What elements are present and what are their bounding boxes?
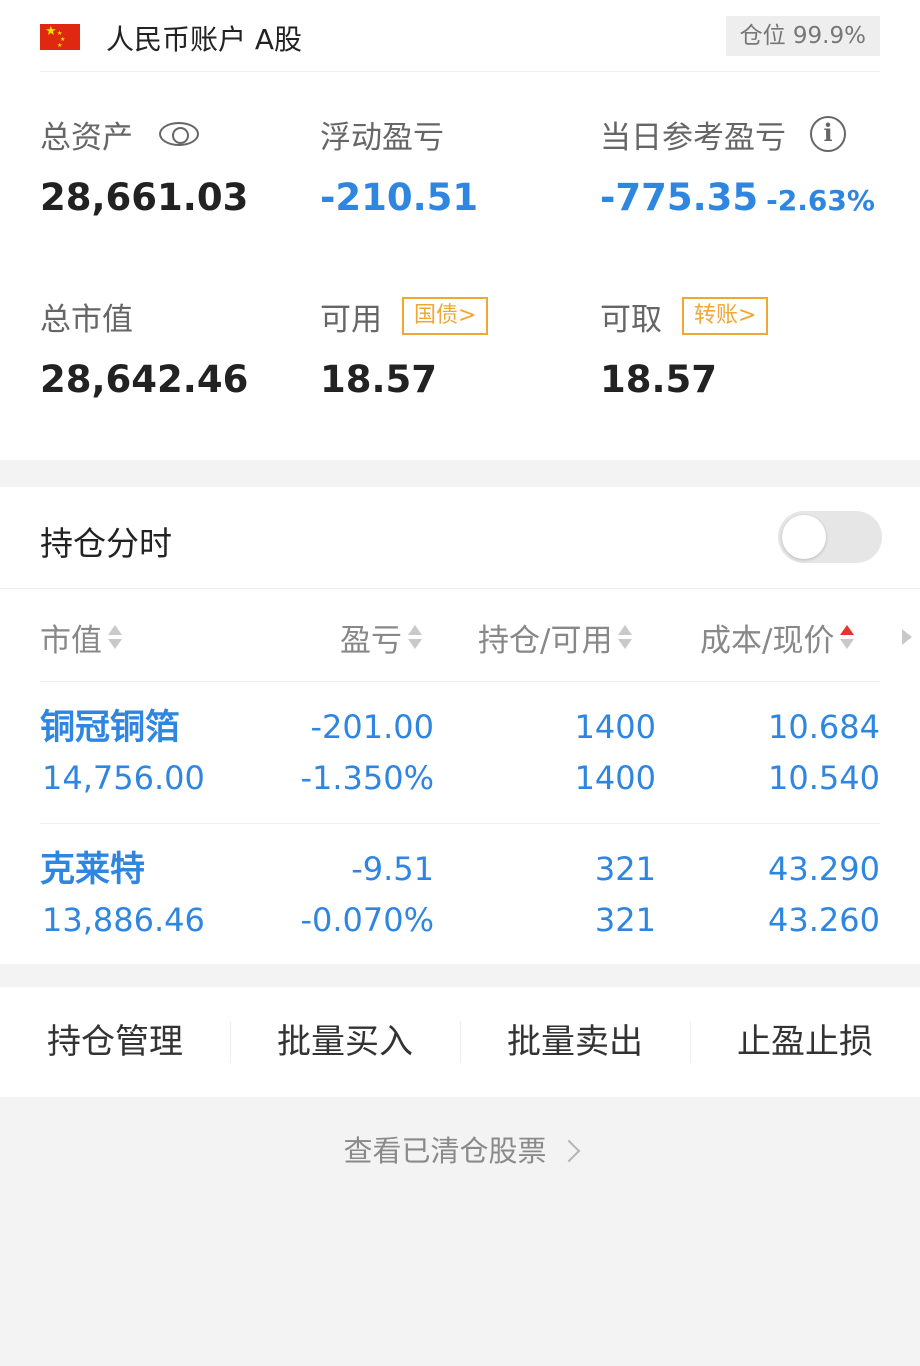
divider bbox=[40, 681, 880, 682]
stop-profit-loss-button[interactable]: 止盈止损 bbox=[690, 987, 920, 1097]
available-value: 18.57 bbox=[320, 358, 438, 401]
withdrawable-label: 可取 bbox=[600, 301, 662, 338]
col-header-label: 市值 bbox=[40, 622, 102, 659]
positions-header: 持仓分时 bbox=[40, 487, 882, 589]
stock-holding: 1400 bbox=[574, 708, 656, 746]
eye-icon[interactable] bbox=[159, 122, 199, 146]
info-icon[interactable]: i bbox=[810, 116, 846, 152]
stock-holding: 321 bbox=[594, 850, 656, 888]
total-assets-label: 总资产 bbox=[40, 119, 133, 156]
withdrawable-value: 18.57 bbox=[600, 358, 718, 401]
positions-card: 持仓分时 市值 盈亏 持仓/可用 成本/现价 铜冠铜箔 14,756.00 -2… bbox=[0, 487, 920, 964]
floating-pnl-value: -210.51 bbox=[320, 176, 479, 219]
actions-bar: 持仓管理 批量买入 批量卖出 止盈止损 bbox=[0, 987, 920, 1097]
table-row[interactable]: 克莱特 13,886.46 -9.51 -0.070% 321 321 43.2… bbox=[40, 825, 880, 967]
batch-buy-button[interactable]: 批量买入 bbox=[230, 987, 460, 1097]
view-cleared-stocks-link[interactable]: 查看已清仓股票 bbox=[0, 1128, 920, 1170]
sort-icon bbox=[408, 622, 422, 652]
withdrawable-funds: 可取 转账> 18.57 bbox=[600, 296, 769, 401]
cleared-link-label: 查看已清仓股票 bbox=[343, 1134, 547, 1168]
total-assets-value: 28,661.03 bbox=[40, 176, 249, 219]
chevron-right-icon bbox=[557, 1139, 580, 1163]
stock-pnl-percent: -1.350% bbox=[300, 759, 434, 797]
stock-name: 铜冠铜箔 bbox=[40, 708, 181, 748]
col-header-holding[interactable]: 持仓/可用 bbox=[478, 615, 633, 659]
stock-market-value: 14,756.00 bbox=[42, 759, 205, 797]
col-header-label: 持仓/可用 bbox=[478, 622, 613, 659]
sort-icon bbox=[618, 622, 633, 652]
stock-pnl: -9.51 bbox=[351, 850, 434, 888]
stock-available: 1400 bbox=[574, 759, 656, 797]
toggle-knob bbox=[782, 515, 826, 559]
positions-title: 持仓分时 bbox=[40, 524, 172, 563]
treasury-bond-tag[interactable]: 国债> bbox=[402, 297, 489, 335]
stock-price: 10.540 bbox=[768, 759, 880, 797]
sort-ascending-icon bbox=[840, 622, 855, 652]
market-value-value: 28,642.46 bbox=[40, 358, 249, 401]
total-assets: 总资产 28,661.03 bbox=[40, 114, 249, 220]
transfer-tag[interactable]: 转账> bbox=[682, 297, 769, 335]
col-header-pnl[interactable]: 盈亏 bbox=[340, 615, 422, 659]
stock-price: 43.260 bbox=[768, 901, 880, 939]
batch-sell-button[interactable]: 批量卖出 bbox=[460, 987, 690, 1097]
intraday-toggle[interactable] bbox=[778, 511, 882, 563]
scroll-right-arrow-icon[interactable] bbox=[902, 629, 912, 645]
col-header-label: 成本/现价 bbox=[700, 622, 835, 659]
stock-available: 321 bbox=[594, 901, 656, 939]
col-header-label: 盈亏 bbox=[340, 622, 402, 659]
daily-pnl: 当日参考盈亏 i -775.35 -2.63% bbox=[600, 114, 875, 219]
col-header-cost-price[interactable]: 成本/现价 bbox=[700, 615, 855, 659]
stock-name: 克莱特 bbox=[40, 850, 146, 890]
stock-pnl-percent: -0.070% bbox=[300, 901, 434, 939]
china-flag-icon: ★ ★ ★ ★ bbox=[40, 24, 80, 50]
available-label: 可用 bbox=[320, 301, 382, 338]
account-title: 人民币账户 A股 bbox=[106, 23, 303, 56]
table-row[interactable]: 铜冠铜箔 14,756.00 -201.00 -1.350% 1400 1400… bbox=[40, 683, 880, 825]
divider bbox=[40, 823, 880, 824]
manage-positions-button[interactable]: 持仓管理 bbox=[0, 987, 230, 1097]
stock-pnl: -201.00 bbox=[310, 708, 434, 746]
market-value: 总市值 28,642.46 bbox=[40, 296, 249, 402]
floating-pnl: 浮动盈亏 -210.51 bbox=[320, 114, 479, 220]
divider bbox=[0, 588, 920, 589]
account-summary-card: ★ ★ ★ ★ 人民币账户 A股 仓位 99.9% 总资产 28,661.03 浮动盈… bbox=[0, 0, 920, 460]
stock-cost: 10.684 bbox=[768, 708, 880, 746]
position-ratio-badge: 仓位 99.9% bbox=[725, 16, 880, 56]
daily-pnl-label: 当日参考盈亏 bbox=[600, 119, 786, 156]
available-funds: 可用 国债> 18.57 bbox=[320, 296, 489, 401]
stock-cost: 43.290 bbox=[768, 850, 880, 888]
stock-market-value: 13,886.46 bbox=[42, 901, 205, 939]
col-header-market-value[interactable]: 市值 bbox=[40, 615, 122, 659]
sort-icon bbox=[108, 622, 122, 652]
account-header: ★ ★ ★ ★ 人民币账户 A股 仓位 99.9% bbox=[40, 0, 880, 72]
daily-pnl-value: -775.35 bbox=[600, 176, 759, 219]
floating-pnl-label: 浮动盈亏 bbox=[320, 119, 444, 156]
daily-pnl-percent: -2.63% bbox=[766, 184, 875, 217]
market-value-label: 总市值 bbox=[40, 301, 133, 338]
